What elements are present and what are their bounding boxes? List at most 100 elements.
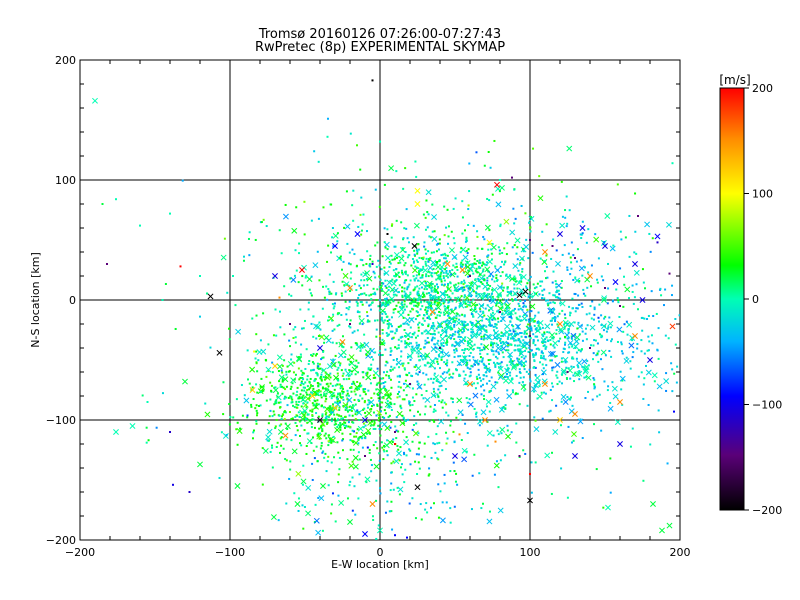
data-point-dot [422, 292, 425, 295]
data-point-dot [344, 406, 347, 409]
data-point-dot [340, 418, 343, 421]
data-point-dot [511, 389, 514, 392]
data-point-dot [295, 269, 298, 272]
data-point-dot [376, 241, 379, 244]
data-point-dot [475, 310, 478, 313]
data-point-dot [391, 223, 394, 226]
data-point-dot [516, 357, 519, 360]
data-point-dot [336, 368, 339, 371]
data-point-dot [570, 261, 573, 264]
data-point-dot [382, 382, 385, 385]
data-point-dot [336, 441, 339, 444]
data-point-dot [631, 290, 634, 293]
data-point-dot [305, 274, 308, 277]
data-point-dot [295, 206, 298, 209]
data-point-dot [411, 300, 414, 303]
data-point-dot [321, 368, 324, 371]
data-point-dot [390, 365, 393, 368]
data-point-dot [418, 359, 421, 362]
data-point-dot [421, 274, 424, 277]
data-point-dot [539, 280, 542, 283]
data-point-dot [403, 329, 406, 332]
data-point-dot [392, 336, 395, 339]
data-point-dot [425, 275, 428, 278]
data-point-dot [368, 401, 371, 404]
data-point-dot [350, 409, 353, 412]
data-point-dot [330, 251, 333, 254]
data-point-dot [325, 392, 328, 395]
data-point-dot [486, 288, 489, 291]
data-point-dot [431, 230, 434, 233]
data-point-dot [592, 352, 595, 355]
data-point-dot [545, 265, 548, 268]
data-point-dot [436, 300, 439, 303]
colorbar-tick-label: −200 [752, 504, 782, 517]
data-point-dot [513, 287, 516, 290]
data-point-dot [464, 422, 467, 425]
data-point-dot [466, 366, 469, 369]
data-point-dot [385, 315, 388, 318]
data-point-dot [438, 325, 441, 328]
data-point-dot [598, 333, 601, 336]
data-point-dot [522, 376, 525, 379]
data-point-dot [333, 364, 336, 367]
data-point-dot [435, 379, 438, 382]
data-point-dot [339, 421, 342, 424]
data-point-dot [461, 359, 464, 362]
data-point-dot [301, 275, 304, 278]
data-point-dot [356, 365, 359, 368]
data-point-dot [320, 396, 323, 399]
data-point-dot [397, 347, 400, 350]
data-point-dot [312, 335, 315, 338]
data-point-dot [491, 278, 494, 281]
data-point-dot [389, 262, 392, 265]
data-point-dot [676, 365, 679, 368]
data-point-dot [357, 398, 360, 401]
data-point-dot [372, 411, 375, 414]
data-point-dot [642, 397, 645, 400]
data-point-dot [254, 357, 257, 360]
data-point-dot [553, 294, 556, 297]
data-point-dot [346, 410, 349, 413]
data-point-dot [483, 336, 486, 339]
data-point-dot [490, 341, 493, 344]
data-point-dot [551, 369, 554, 372]
data-point-dot [467, 223, 470, 226]
data-point-dot [527, 257, 530, 260]
data-point-dot [267, 422, 270, 425]
data-point-dot [459, 263, 462, 266]
data-point-dot [379, 410, 382, 413]
data-point-dot [501, 271, 504, 274]
data-point-dot [491, 193, 494, 196]
data-point-dot [549, 359, 552, 362]
data-point-dot [561, 309, 564, 312]
data-point-dot [409, 326, 412, 329]
data-point-dot [566, 395, 569, 398]
data-point-dot [582, 288, 585, 291]
data-point-dot [386, 334, 389, 337]
data-point-dot [321, 451, 324, 454]
data-point-dot [378, 399, 381, 402]
data-point-dot [527, 318, 530, 321]
data-point-dot [443, 482, 446, 485]
data-point-dot [330, 512, 333, 515]
data-point-dot [441, 270, 444, 273]
data-point-dot [388, 510, 391, 513]
data-point-dot [433, 301, 436, 304]
data-point-dot [521, 270, 524, 273]
data-point-dot [378, 375, 381, 378]
data-point-dot [569, 312, 572, 315]
data-point-dot [441, 449, 444, 452]
data-point-dot [388, 406, 391, 409]
data-point-dot [341, 392, 344, 395]
data-point-dot [539, 285, 542, 288]
data-point-dot [278, 380, 281, 383]
data-point-dot [443, 371, 446, 374]
data-point-dot [411, 396, 414, 399]
data-point-dot [499, 339, 502, 342]
data-point-dot [345, 190, 348, 193]
data-point-dot [391, 289, 394, 292]
data-point-dot [486, 197, 489, 200]
data-point-dot [601, 335, 604, 338]
data-point-dot [356, 428, 359, 431]
